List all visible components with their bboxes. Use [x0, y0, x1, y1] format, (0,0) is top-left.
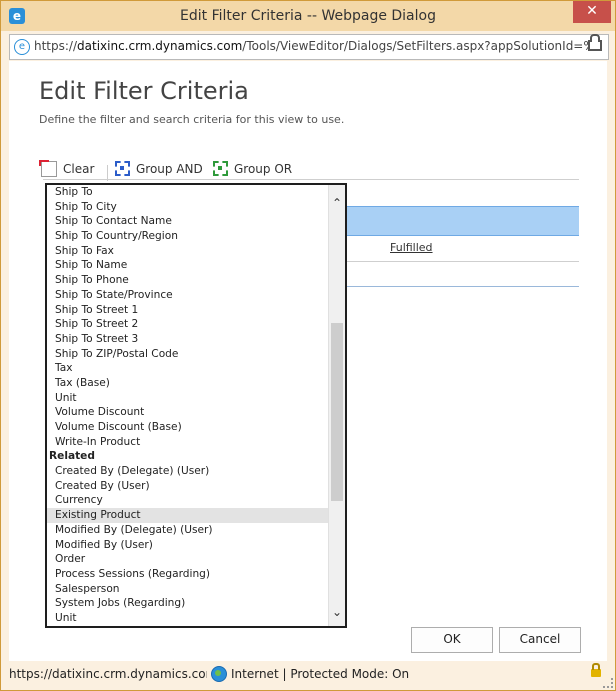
dialog-window: e Edit Filter Criteria -- Webpage Dialog…: [0, 0, 616, 691]
dropdown-option[interactable]: Write-In Product: [47, 435, 329, 450]
dropdown-option[interactable]: Currency: [47, 493, 329, 508]
dropdown-option[interactable]: Tax: [47, 361, 329, 376]
url-scheme: https://: [34, 39, 78, 53]
url-host: datixinc.crm.dynamics.com: [77, 39, 243, 53]
field-dropdown-list[interactable]: Ship To Ship To City Ship To Contact Name S…: [45, 183, 347, 628]
group-or-label: Group OR: [234, 161, 293, 176]
dropdown-option[interactable]: Ship To ZIP/Postal Code: [47, 347, 329, 362]
group-or-button[interactable]: Group OR: [213, 161, 292, 176]
dropdown-option[interactable]: Ship To City: [47, 200, 329, 215]
dropdown-option[interactable]: Ship To Phone: [47, 273, 329, 288]
dropdown-option[interactable]: Created By (User): [47, 479, 329, 494]
page-description: Define the filter and search criteria fo…: [39, 113, 345, 126]
dropdown-option[interactable]: Ship To Street 2: [47, 317, 329, 332]
scroll-thumb[interactable]: [331, 323, 343, 501]
dropdown-option[interactable]: Tax (Base): [47, 376, 329, 391]
address-url[interactable]: https://datixinc.crm.dynamics.com/Tools/…: [34, 39, 589, 53]
security-zone: Internet | Protected Mode: On: [231, 667, 410, 681]
group-and-label: Group AND: [136, 161, 203, 176]
resize-grip-icon[interactable]: [603, 678, 613, 688]
close-button[interactable]: ✕: [573, 1, 611, 23]
cancel-button[interactable]: Cancel: [499, 627, 581, 653]
dropdown-option[interactable]: Ship To Street 3: [47, 332, 329, 347]
status-bar: https://datixinc.crm.dynamics.com/1 Inte…: [1, 661, 615, 690]
dropdown-option[interactable]: Ship To: [47, 185, 329, 200]
title-bar[interactable]: e Edit Filter Criteria -- Webpage Dialog…: [1, 1, 615, 31]
dropdown-option[interactable]: Modified By (Delegate) (User): [47, 523, 329, 538]
dropdown-option[interactable]: System Jobs (Regarding): [47, 596, 329, 611]
clear-label: Clear: [63, 162, 95, 176]
dropdown-option[interactable]: Volume Discount: [47, 405, 329, 420]
filter-value-link[interactable]: Fulfilled: [390, 241, 433, 254]
dropdown-option[interactable]: Unit: [47, 611, 329, 626]
scroll-down-icon[interactable]: ⌄: [329, 604, 345, 620]
group-and-button[interactable]: Group AND: [115, 161, 203, 176]
group-and-icon: [115, 161, 130, 176]
dropdown-option[interactable]: Ship To State/Province: [47, 288, 329, 303]
dropdown-option[interactable]: Existing Product: [47, 508, 329, 523]
dropdown-option[interactable]: Ship To Contact Name: [47, 214, 329, 229]
url-path: /Tools/ViewEditor/Dialogs/SetFilters.asp…: [242, 39, 589, 53]
clear-button[interactable]: Clear: [39, 160, 95, 177]
dialog-content: Edit Filter Criteria Define the filter a…: [9, 61, 607, 661]
grid-divider: [309, 286, 579, 287]
option-group-header: Related: [49, 450, 95, 463]
dropdown-scrollbar[interactable]: ⌃ ⌄: [328, 185, 345, 626]
field-options: Ship To Ship To City Ship To Contact Name S…: [47, 185, 329, 626]
dropdown-option[interactable]: Modified By (User): [47, 538, 329, 553]
dropdown-option[interactable]: Ship To Fax: [47, 244, 329, 259]
address-bar[interactable]: e https://datixinc.crm.dynamics.com/Tool…: [9, 34, 609, 60]
dropdown-option[interactable]: Ship To Country/Region: [47, 229, 329, 244]
padlock-icon[interactable]: [591, 663, 601, 677]
dropdown-option[interactable]: Ship To Street 1: [47, 303, 329, 318]
globe-icon: [211, 666, 227, 682]
dropdown-option[interactable]: Volume Discount (Base): [47, 420, 329, 435]
dropdown-option[interactable]: Process Sessions (Regarding): [47, 567, 329, 582]
grid-divider: [43, 179, 579, 180]
clear-icon: [39, 160, 57, 177]
status-url: https://datixinc.crm.dynamics.com/1: [9, 667, 207, 681]
page-icon: e: [14, 39, 30, 55]
dropdown-option[interactable]: Salesperson: [47, 582, 329, 597]
window-title: Edit Filter Criteria -- Webpage Dialog: [180, 8, 436, 24]
page-title: Edit Filter Criteria: [39, 77, 249, 105]
scroll-up-icon[interactable]: ⌃: [329, 195, 345, 211]
lock-icon[interactable]: [588, 34, 602, 51]
ok-button[interactable]: OK: [411, 627, 493, 653]
dropdown-option[interactable]: Created By (Delegate) (User): [47, 464, 329, 479]
selected-filter-row[interactable]: [309, 206, 579, 236]
dropdown-option[interactable]: Ship To Name: [47, 258, 329, 273]
grid-divider: [309, 261, 579, 262]
dropdown-option[interactable]: Order: [47, 552, 329, 567]
dropdown-option[interactable]: Unit: [47, 391, 329, 406]
group-or-icon: [213, 161, 228, 176]
